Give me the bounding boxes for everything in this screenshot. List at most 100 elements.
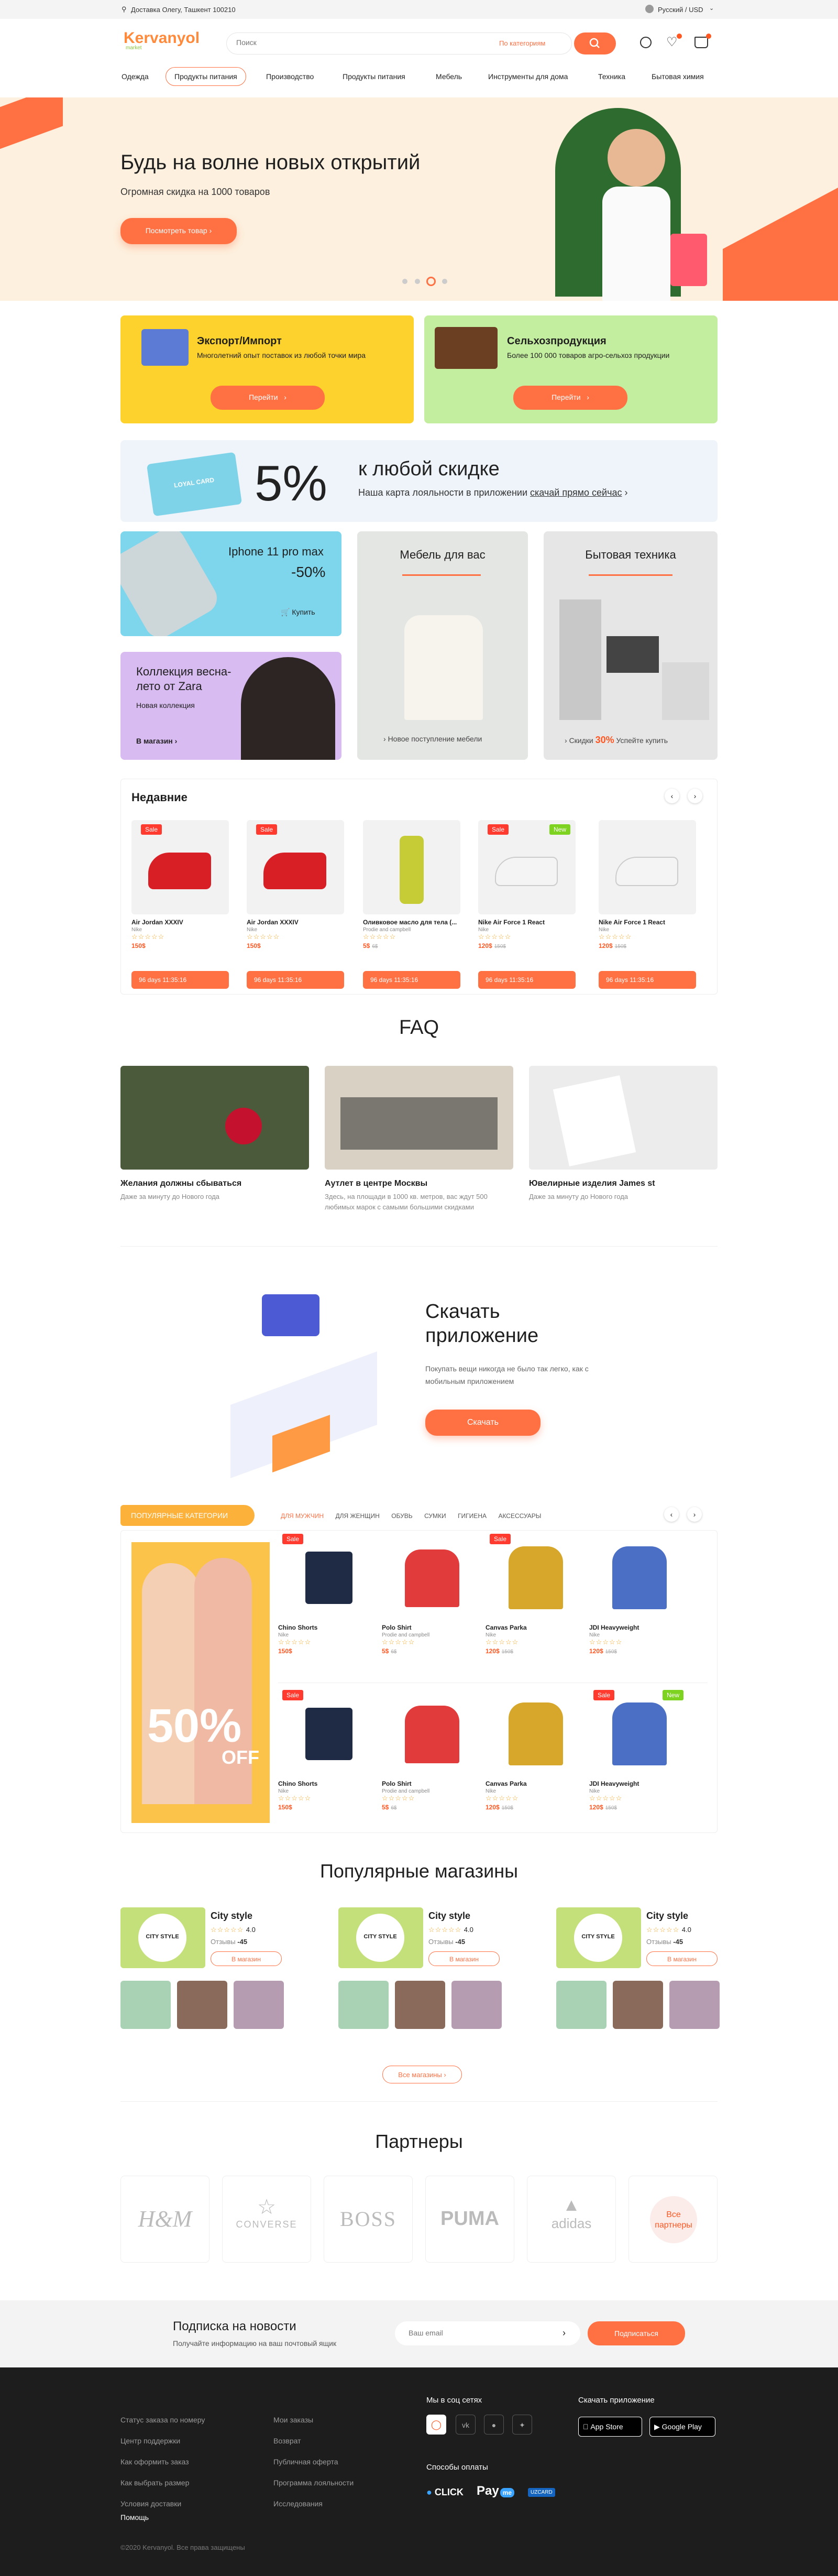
user-icon[interactable] — [640, 37, 652, 48]
product-card[interactable]: Nike Air Force 1 React Nike ☆☆☆☆☆ 120$ 15… — [599, 820, 696, 989]
product-card[interactable]: Sale Chino Shorts Nike ☆☆☆☆☆ 150$ — [278, 1531, 380, 1675]
partner-logo-adidas[interactable]: ▲ adidas — [527, 2176, 616, 2263]
nav-item-tools[interactable]: Инструменты для дома — [488, 72, 568, 81]
search-button[interactable] — [574, 32, 616, 54]
footer-link[interactable]: Мои заказы — [273, 2416, 313, 2424]
footer-help-link[interactable]: Помощь — [120, 2513, 149, 2522]
google-play-button[interactable]: ▶ Google Play — [649, 2417, 715, 2437]
tab-women[interactable]: ДЛЯ ЖЕНЩИН — [335, 1512, 379, 1520]
product-card[interactable]: Sale New Nike Air Force 1 React Nike ☆☆☆☆… — [478, 820, 576, 989]
product-title: Nike Air Force 1 React — [599, 919, 665, 926]
product-card[interactable]: Оливковое масло для тела (... Prodie and… — [363, 820, 460, 989]
footer-link[interactable]: Программа лояльности — [273, 2479, 354, 2487]
shop-card[interactable]: CITY STYLE City style ☆☆☆☆☆ 4.0 Отзывы -… — [338, 1907, 526, 2029]
partner-logo-converse[interactable]: ☆ CONVERSE — [222, 2176, 311, 2263]
hero-view-button[interactable]: Посмотреть товар › — [120, 218, 237, 244]
search-bar[interactable]: По категориям — [226, 32, 572, 54]
tab-shoes[interactable]: ОБУВЬ — [391, 1512, 412, 1520]
arrow-right-icon[interactable]: › — [563, 2328, 566, 2339]
promo-agro-button[interactable]: Перейти › — [513, 386, 627, 410]
app-download-button[interactable]: Скачать — [425, 1410, 541, 1436]
tile-iphone[interactable]: Iphone 11 pro max -50% 🛒 Купить — [120, 531, 341, 636]
instagram-icon[interactable]: ◯ — [426, 2415, 446, 2435]
next-arrow-icon[interactable]: › — [687, 1507, 702, 1522]
email-field[interactable]: › — [395, 2321, 580, 2345]
loyalty-download-link[interactable]: скачай прямо сейчас — [530, 487, 622, 498]
shop-visit-button[interactable]: В магазин — [428, 1951, 500, 1966]
tile-zara[interactable]: Коллекция весна-лето от Zara Новая колле… — [120, 652, 341, 760]
shop-card[interactable]: CITY STYLE City style ☆☆☆☆☆ 4.0 Отзывы -… — [556, 1907, 744, 2029]
faq-item[interactable]: Желания должны сбываться Даже за минуту … — [120, 1066, 309, 1202]
shop-card[interactable]: CITY STYLE City style ☆☆☆☆☆ 4.0 Отзывы -… — [120, 1907, 308, 2029]
shop-visit-button[interactable]: В магазин — [646, 1951, 718, 1966]
product-title: Canvas Parka — [486, 1780, 527, 1787]
zara-shop-link[interactable]: В магазин › — [136, 737, 177, 745]
nav-item-food[interactable]: Продукты питания — [343, 72, 405, 81]
vk-icon[interactable]: vk — [456, 2415, 476, 2435]
faq-item[interactable]: Аутлет в центре Москвы Здесь, на площади… — [325, 1066, 513, 1213]
product-card[interactable]: JDI Heavyweight Nike ☆☆☆☆☆ 120$ 150$ — [589, 1531, 691, 1675]
promo-agro-card[interactable]: Сельхозпродукция Более 100 000 товаров а… — [424, 315, 718, 423]
nav-item-production[interactable]: Производство — [266, 72, 314, 81]
delivery-address[interactable]: Доставка Олегу, Ташкент 100210 — [131, 6, 236, 14]
language-currency[interactable]: Русский / USD — [658, 6, 703, 14]
footer-link[interactable]: Центр поддержки — [120, 2437, 180, 2445]
tab-hygiene[interactable]: ГИГИЕНА — [458, 1512, 487, 1520]
prev-arrow-icon[interactable]: ‹ — [664, 1507, 679, 1522]
footer-link[interactable]: Условия доставки — [120, 2499, 181, 2508]
subscribe-button[interactable]: Подписаться — [588, 2321, 685, 2345]
promo-export-card[interactable]: Экспорт/Импорт Многолетний опыт поставок… — [120, 315, 414, 423]
partner-logo-hm[interactable]: H&M — [120, 2176, 210, 2263]
faq-item[interactable]: Ювелирные изделия James st Даже за минут… — [529, 1066, 718, 1202]
slider-dot[interactable] — [402, 279, 407, 284]
prev-arrow-icon[interactable]: ‹ — [665, 789, 679, 803]
loyalty-banner[interactable]: LOYAL CARD 5% к любой скидке Наша карта … — [120, 440, 718, 522]
next-arrow-icon[interactable]: › — [688, 789, 702, 803]
all-shops-button[interactable]: Все магазины › — [382, 2066, 462, 2083]
product-card[interactable]: Sale Chino Shorts Nike ☆☆☆☆☆ 150$ — [278, 1687, 380, 1831]
tile-appliances[interactable]: Бытовая техника › Скидки 30% Успейте куп… — [544, 531, 718, 760]
heart-icon[interactable]: ♡ — [666, 35, 678, 50]
product-card[interactable]: Polo Shirt Prodie and campbell ☆☆☆☆☆ 5$ 6$ — [382, 1531, 483, 1675]
export-illustration — [141, 329, 189, 366]
iphone-buy-button[interactable]: 🛒 Купить — [281, 608, 315, 617]
product-card[interactable]: Sale Air Jordan XXXIV Nike ☆☆☆☆☆ 150$ 96… — [247, 820, 344, 989]
odnoklassniki-icon[interactable]: ● — [484, 2415, 504, 2435]
shop-visit-button[interactable]: В магазин — [211, 1951, 282, 1966]
product-card[interactable]: Canvas Parka Nike ☆☆☆☆☆ 120$ 150$ — [486, 1687, 587, 1831]
footer-link[interactable]: Исследования — [273, 2499, 323, 2508]
product-card[interactable]: Sale Canvas Parka Nike ☆☆☆☆☆ 120$ 150$ — [486, 1531, 587, 1675]
tile-furniture[interactable]: Мебель для вас › Новое поступление мебел… — [357, 531, 528, 760]
nav-item-clothes[interactable]: Одежда — [122, 72, 149, 81]
all-partners-link[interactable]: Все партнеры — [629, 2176, 718, 2263]
product-card[interactable]: Polo Shirt Prodie and campbell ☆☆☆☆☆ 5$ 6$ — [382, 1687, 483, 1831]
app-store-button[interactable]:  App Store — [578, 2417, 642, 2437]
email-input[interactable] — [409, 2329, 545, 2337]
product-card[interactable]: Sale Air Jordan XXXIV Nike ☆☆☆☆☆ 150$ 96… — [131, 820, 229, 989]
nav-item-food-active[interactable]: Продукты питания — [166, 67, 246, 86]
nav-item-chemistry[interactable]: Бытовая химия — [652, 72, 704, 81]
tab-men[interactable]: ДЛЯ МУЖЧИН — [281, 1512, 324, 1520]
search-input[interactable] — [236, 38, 467, 47]
footer-link[interactable]: Как оформить заказ — [120, 2458, 189, 2466]
slider-dot[interactable] — [442, 279, 447, 284]
category-select[interactable]: По категориям — [499, 39, 545, 47]
logo[interactable]: Kervanyol market — [124, 29, 200, 51]
nav-item-furniture[interactable]: Мебель — [436, 72, 462, 81]
twitter-icon[interactable]: ✦ — [512, 2415, 532, 2435]
footer-link[interactable]: Как выбрать размер — [120, 2479, 189, 2487]
partner-logo-boss[interactable]: BOSS — [324, 2176, 413, 2263]
cart-icon[interactable] — [694, 37, 708, 48]
tab-bags[interactable]: СУМКИ — [424, 1512, 446, 1520]
partner-logo-puma[interactable]: PUMA — [425, 2176, 514, 2263]
tab-accessories[interactable]: АКСЕССУАРЫ — [498, 1512, 541, 1520]
slider-dot-active[interactable] — [426, 277, 436, 286]
slider-dot[interactable] — [415, 279, 420, 284]
sale-banner[interactable]: 50% OFF — [131, 1542, 270, 1823]
promo-export-button[interactable]: Перейти › — [211, 386, 325, 410]
nav-item-tech[interactable]: Техника — [598, 72, 625, 81]
footer-link[interactable]: Публичная оферта — [273, 2458, 338, 2466]
footer-link[interactable]: Возврат — [273, 2437, 301, 2445]
footer-link[interactable]: Статус заказа по номеру — [120, 2416, 205, 2424]
product-card[interactable]: Sale New JDI Heavyweight Nike ☆☆☆☆☆ 120$ 150$ — [589, 1687, 691, 1831]
